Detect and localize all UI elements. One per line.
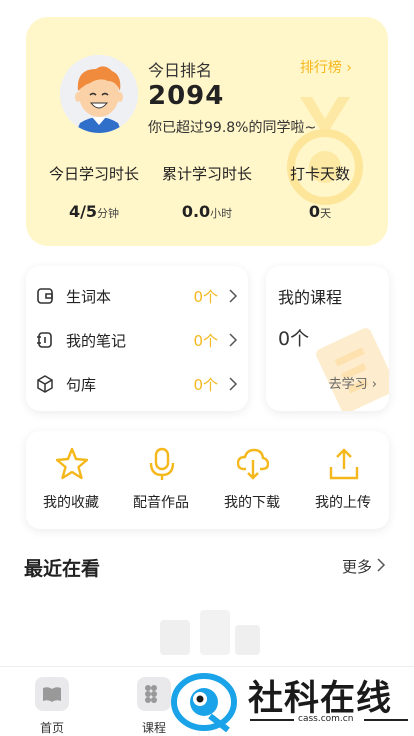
rank-card: 今日排名 排行榜 › 2094 你已超过99.8%的同学啦~ 今日学习时长 4/… bbox=[26, 17, 388, 246]
course-count: 0个 bbox=[278, 328, 310, 350]
cloud-download-icon bbox=[237, 448, 269, 480]
watermark-url: cass.com.cn bbox=[298, 714, 354, 724]
list-item-notes[interactable]: 我的笔记 0个 bbox=[26, 320, 248, 360]
action-favorites[interactable]: 我的收藏 bbox=[26, 431, 116, 529]
leaderboard-link[interactable]: 排行榜 › bbox=[300, 57, 352, 77]
list-item-sentences[interactable]: 句库 0个 bbox=[26, 364, 248, 404]
book-icon bbox=[35, 677, 69, 711]
action-label: 我的上传 bbox=[315, 495, 371, 511]
action-label: 我的收藏 bbox=[43, 495, 99, 511]
avatar[interactable] bbox=[60, 55, 138, 133]
microphone-icon bbox=[149, 447, 175, 480]
action-uploads[interactable]: 我的上传 bbox=[298, 431, 388, 529]
star-icon bbox=[56, 447, 88, 480]
rank-value: 2094 bbox=[148, 81, 225, 111]
recent-section-title: 最近在看 bbox=[24, 558, 101, 580]
tab-label: 首页 bbox=[39, 721, 64, 735]
list-item-label: 我的笔记 bbox=[66, 331, 127, 350]
stat-label: 打卡天数 bbox=[289, 165, 350, 183]
rank-description: 你已超过99.8%的同学啦~ bbox=[148, 120, 317, 136]
watermark-logo-icon bbox=[171, 673, 237, 732]
course-title: 我的课程 bbox=[278, 288, 343, 307]
action-label: 我的下载 bbox=[224, 495, 280, 511]
stat-value: 0.0小时 bbox=[181, 202, 233, 221]
list-item-count: 0个 bbox=[193, 331, 218, 350]
wallet-icon bbox=[37, 288, 53, 304]
action-label: 配音作品 bbox=[133, 495, 189, 511]
box-icon bbox=[37, 375, 53, 393]
stat-label: 累计学习时长 bbox=[161, 165, 252, 183]
watermark-divider bbox=[250, 719, 294, 721]
chevron-right-icon bbox=[229, 333, 238, 347]
empty-state-icon bbox=[160, 610, 260, 655]
watermark: 社科在线 cass.com.cn bbox=[166, 664, 414, 736]
chevron-right-icon bbox=[229, 377, 238, 391]
watermark-divider bbox=[364, 719, 408, 721]
stat-today-time: 今日学习时长 4/5分钟 bbox=[34, 163, 154, 221]
my-courses-card[interactable]: 我的课程 0个 去学习 › bbox=[266, 266, 389, 411]
chevron-right-icon bbox=[229, 289, 238, 303]
list-item-label: 句库 bbox=[66, 375, 97, 394]
stat-label: 今日学习时长 bbox=[48, 165, 139, 183]
stat-checkin-days: 打卡天数 0天 bbox=[260, 163, 380, 221]
list-item-count: 0个 bbox=[193, 287, 218, 306]
stat-value: 4/5分钟 bbox=[68, 202, 120, 221]
recent-more-link[interactable]: 更多 bbox=[342, 556, 372, 577]
action-downloads[interactable]: 我的下载 bbox=[207, 431, 297, 529]
leaderboard-link-text: 排行榜 bbox=[299, 60, 342, 76]
chevron-right-icon[interactable] bbox=[376, 558, 386, 572]
study-lists-card: 生词本 0个 我的笔记 0个 句库 0个 bbox=[26, 266, 248, 411]
stat-value: 0天 bbox=[308, 202, 332, 221]
notebook-icon bbox=[37, 332, 52, 348]
list-item-label: 生词本 bbox=[66, 287, 112, 306]
course-decoration-icon bbox=[316, 328, 389, 411]
go-study-text: 去学习 bbox=[328, 377, 368, 392]
tab-home[interactable]: 首页 bbox=[2, 667, 102, 736]
upload-icon bbox=[329, 448, 359, 480]
profile-page: 今日排名 排行榜 › 2094 你已超过99.8%的同学啦~ 今日学习时长 4/… bbox=[0, 0, 414, 736]
action-dubbing[interactable]: 配音作品 bbox=[116, 431, 206, 529]
quick-actions: 我的收藏 配音作品 我的下载 我的上传 bbox=[26, 431, 389, 529]
stat-total-time: 累计学习时长 0.0小时 bbox=[147, 163, 267, 221]
go-study-link[interactable]: 去学习 › bbox=[329, 373, 377, 392]
list-item-count: 0个 bbox=[193, 375, 218, 394]
list-item-vocabulary[interactable]: 生词本 0个 bbox=[26, 276, 248, 316]
rank-label: 今日排名 bbox=[148, 61, 213, 80]
